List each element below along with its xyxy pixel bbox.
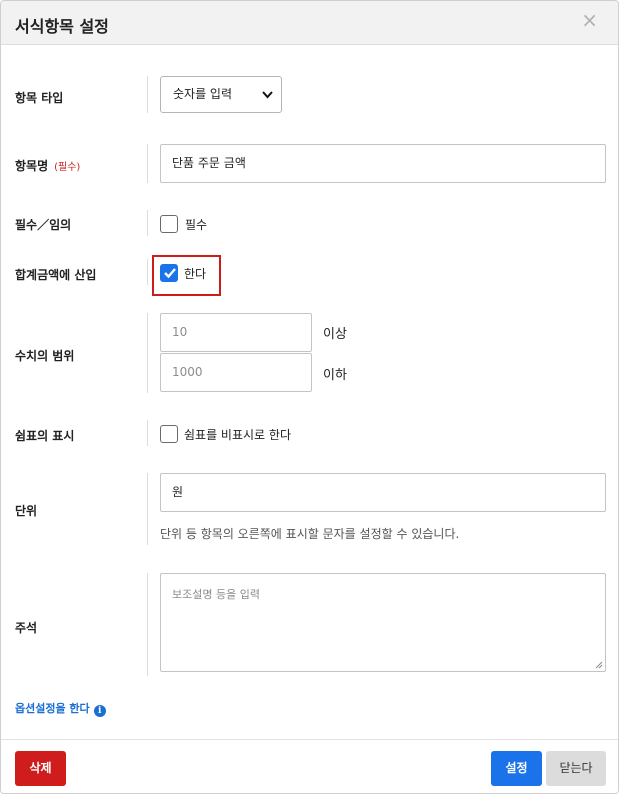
divider [147,144,148,183]
note-textarea[interactable]: 보조설명 등을 입력 [160,573,606,672]
comma-checkbox-label: 쉼표를 비표시로 한다 [184,428,291,442]
range-label: 수치의 범위 [15,349,75,363]
required-checkbox[interactable] [160,215,178,233]
add-to-total-checkbox[interactable] [160,264,178,282]
unit-label: 단위 [15,504,38,518]
divider [147,76,148,113]
close-button[interactable]: 닫는다 [546,751,606,786]
add-to-total-checkbox-label: 한다 [184,267,207,281]
note-placeholder: 보조설명 등을 입력 [172,588,260,601]
note-label: 주석 [15,621,38,635]
item-name-label-text: 항목명 [15,159,49,173]
comma-label: 쉼표의 표시 [15,429,75,443]
delete-button[interactable]: 삭제 [15,751,66,786]
dialog-footer: 삭제 설정 닫는다 [1,739,618,793]
divider [147,473,148,545]
required-optional-label: 필수／임의 [15,218,72,232]
item-name-input[interactable]: 단품 주문 금액 [160,144,606,183]
divider [147,259,148,285]
divider [147,210,148,236]
comma-checkbox[interactable] [160,425,178,443]
divider [147,573,148,676]
item-name-label: 항목명 (필수) [15,157,80,174]
option-settings-link[interactable]: 옵션설정을 한다 i [15,700,106,717]
resize-handle-icon[interactable] [595,661,603,669]
range-min-suffix: 이상 [323,327,347,342]
range-max-suffix: 이하 [323,368,347,383]
unit-input[interactable]: 원 [160,473,606,512]
range-min-input[interactable]: 10 [160,313,312,352]
range-max-input[interactable]: 1000 [160,353,312,392]
option-settings-label: 옵션설정을 한다 [15,702,90,715]
required-checkbox-label: 필수 [185,218,208,232]
required-tag: (필수) [54,162,81,173]
item-type-selected: 숫자를 입력 [173,87,233,101]
check-icon [164,268,176,279]
item-type-label: 항목 타입 [15,91,64,105]
item-type-select[interactable]: 숫자를 입력 [160,76,282,113]
chevron-down-icon [262,77,273,127]
dialog-title: 서식항목 설정 [15,17,109,36]
save-button[interactable]: 설정 [491,751,542,786]
dialog-header: 서식항목 설정 × [1,1,618,45]
add-to-total-label: 합계금액에 산입 [15,268,97,282]
unit-help-text: 단위 등 항목의 오른쪽에 표시할 문자를 설정할 수 있습니다. [160,527,460,541]
close-icon[interactable]: × [581,10,598,30]
form-item-settings-dialog: 서식항목 설정 × 항목 타입 숫자를 입력 항목명 (필수) 단품 주문 금액 … [0,0,619,794]
info-icon: i [93,705,106,717]
divider [147,420,148,446]
divider [147,313,148,393]
